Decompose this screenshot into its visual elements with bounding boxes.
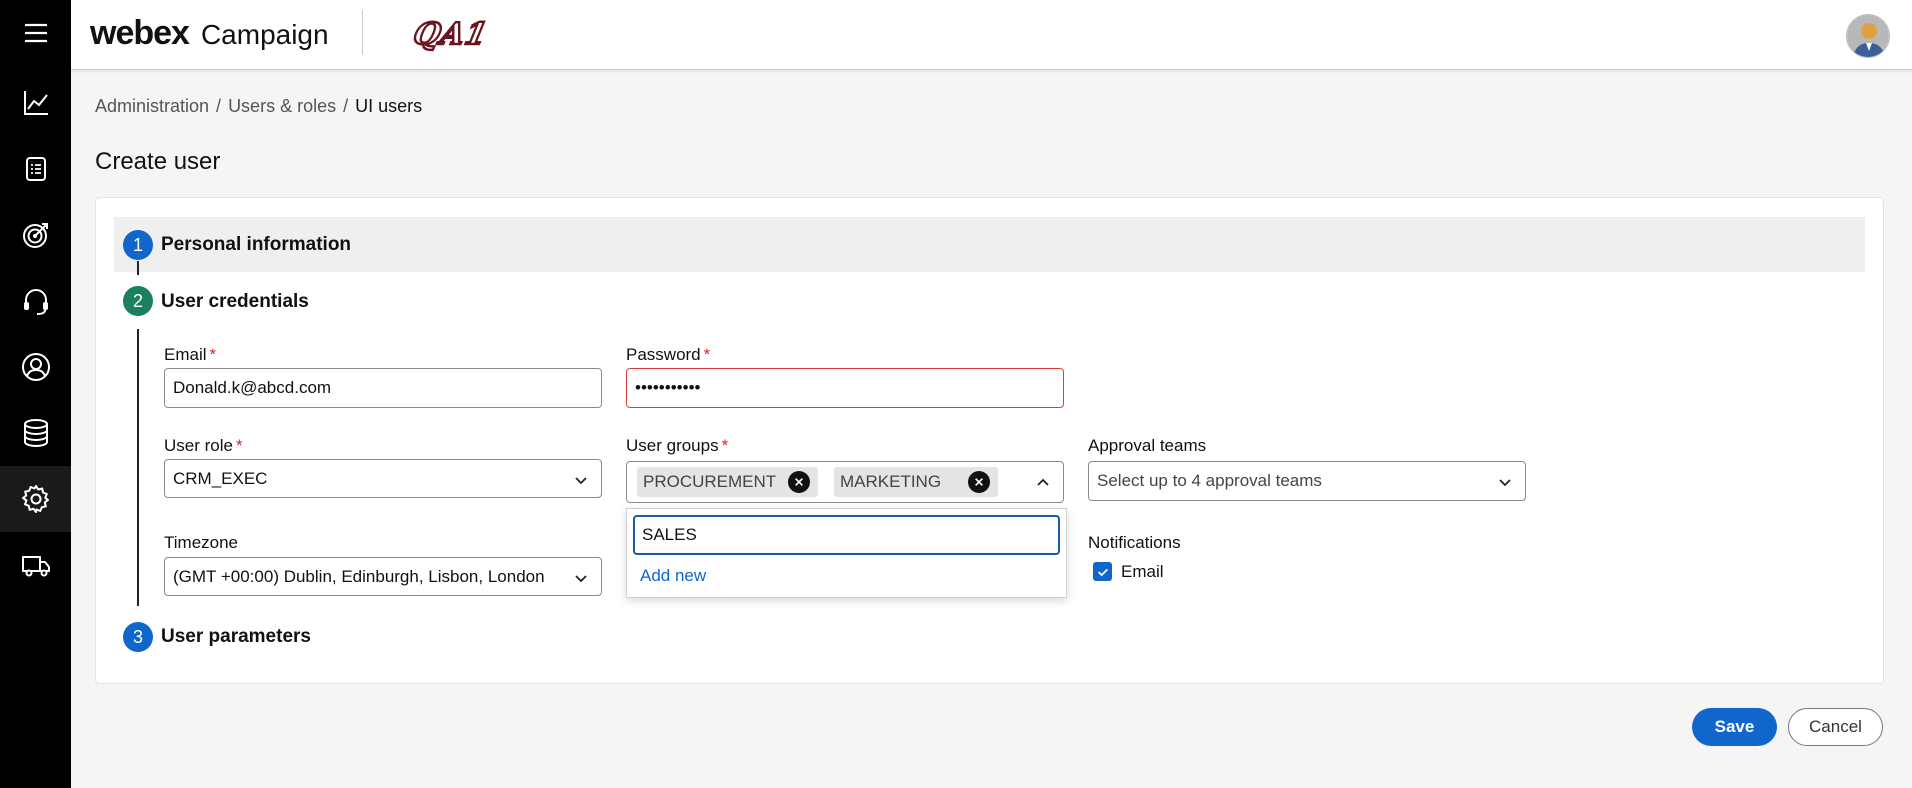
step-connector <box>137 329 139 606</box>
required-mark: * <box>703 345 711 364</box>
rail-item-settings[interactable] <box>0 466 71 532</box>
brand-logo: webex Campaign <box>90 14 329 53</box>
hamburger-menu-button[interactable] <box>0 0 71 66</box>
rail-item-data[interactable] <box>0 400 71 466</box>
breadcrumb-administration[interactable]: Administration <box>95 96 209 117</box>
rail-item-documents[interactable] <box>0 136 71 202</box>
step-connector <box>137 261 139 275</box>
step-number-1: 1 <box>123 230 153 260</box>
breadcrumb-separator: / <box>343 96 349 116</box>
approval-teams-select[interactable]: Select up to 4 approval teams <box>1088 461 1526 501</box>
page-title: Create user <box>95 148 221 175</box>
step-number-2: 2 <box>123 286 153 316</box>
database-icon <box>23 419 48 448</box>
email-field[interactable] <box>164 368 602 408</box>
chip-marketing: MARKETING <box>834 467 998 497</box>
breadcrumb-users-roles[interactable]: Users & roles <box>228 96 336 117</box>
approval-teams-placeholder: Select up to 4 approval teams <box>1097 471 1322 490</box>
timezone-label: Timezone <box>164 533 239 552</box>
user-groups-dropdown: Add new <box>626 508 1067 598</box>
required-mark: * <box>209 345 217 364</box>
chevron-up-icon[interactable] <box>1035 475 1051 491</box>
delivery-truck-icon <box>21 556 50 577</box>
user-role-value: CRM_EXEC <box>173 468 268 488</box>
add-new-group-link[interactable]: Add new <box>640 566 706 586</box>
notifications-label: Notifications <box>1088 533 1181 552</box>
step-number-3: 3 <box>123 622 153 652</box>
password-label: Password * <box>626 345 711 364</box>
required-mark: * <box>721 436 729 455</box>
checkmark-icon <box>1097 568 1108 576</box>
close-icon <box>975 478 983 486</box>
user-groups-search-input[interactable] <box>642 525 1051 545</box>
hamburger-menu-icon <box>24 23 47 43</box>
user-role-label: User role * <box>164 436 243 455</box>
password-field[interactable]: ••••••••••• <box>626 368 1064 408</box>
document-list-icon <box>25 157 46 181</box>
header-divider <box>362 10 363 55</box>
cancel-button[interactable]: Cancel <box>1788 708 1883 746</box>
password-masked-value[interactable]: ••••••••••• <box>635 378 700 398</box>
chip-remove-marketing[interactable] <box>968 471 990 493</box>
step-personal-information[interactable] <box>114 217 1865 272</box>
breadcrumb-current: UI users <box>355 96 423 116</box>
chevron-down-icon <box>1499 479 1511 487</box>
email-input[interactable] <box>173 378 593 398</box>
user-avatar-icon <box>1847 15 1889 57</box>
step-title-user-parameters[interactable]: User parameters <box>161 626 311 648</box>
close-icon <box>795 478 803 486</box>
rail-item-campaigns[interactable] <box>0 202 71 268</box>
required-mark: * <box>235 436 243 455</box>
step-title-personal-information: Personal information <box>161 234 352 255</box>
timezone-value: (GMT +00:00) Dublin, Edinburgh, Lisbon, … <box>173 566 545 586</box>
org-logo-icon: QA1 <box>409 16 492 53</box>
target-icon <box>22 223 48 248</box>
user-groups-multiselect[interactable]: PROCUREMENT MARKETING <box>626 461 1064 503</box>
left-nav-rail <box>0 0 71 788</box>
email-notification-label[interactable]: Email <box>1121 562 1164 582</box>
rail-item-delivery[interactable] <box>0 532 71 598</box>
chip-procurement: PROCUREMENT <box>637 467 818 497</box>
rail-item-support[interactable] <box>0 268 71 334</box>
user-groups-label: User groups * <box>626 436 729 455</box>
brand-secondary: Campaign <box>200 19 329 50</box>
user-role-select[interactable]: CRM_EXEC <box>164 459 602 498</box>
gear-icon <box>21 485 49 513</box>
save-button[interactable]: Save <box>1692 708 1777 746</box>
brand-primary: webex <box>90 14 190 52</box>
headset-icon <box>23 289 48 315</box>
chip-label: MARKETING <box>840 472 942 491</box>
org-logo-text: QA1 <box>410 17 491 52</box>
rail-item-contacts[interactable] <box>0 334 71 400</box>
user-groups-search-field[interactable] <box>633 515 1060 555</box>
email-notification-checkbox[interactable] <box>1093 562 1112 581</box>
email-label: Email * <box>164 345 217 364</box>
chevron-down-icon <box>575 575 587 583</box>
breadcrumb-separator: / <box>216 96 222 116</box>
analytics-chart-icon <box>23 91 48 115</box>
user-circle-icon <box>21 353 50 381</box>
avatar[interactable] <box>1846 14 1890 58</box>
top-header: webex Campaign QA1 <box>71 0 1912 70</box>
rail-item-analytics[interactable] <box>0 70 71 136</box>
approval-teams-label: Approval teams <box>1088 436 1207 455</box>
breadcrumb: Administration / Users & roles / UI user… <box>95 96 422 117</box>
chevron-down-icon <box>575 477 587 485</box>
timezone-select[interactable]: (GMT +00:00) Dublin, Edinburgh, Lisbon, … <box>164 557 602 596</box>
chip-label: PROCUREMENT <box>643 472 777 491</box>
step-title-user-credentials[interactable]: User credentials <box>161 291 309 313</box>
chip-remove-procurement[interactable] <box>788 471 810 493</box>
create-user-card: 1 Personal information 2 User credential… <box>95 197 1884 684</box>
